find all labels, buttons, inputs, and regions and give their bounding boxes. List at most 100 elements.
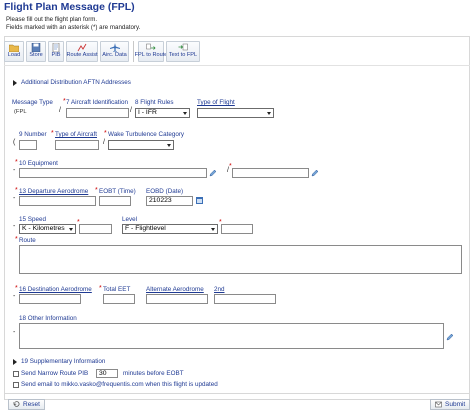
additional-addresses-toggle[interactable]: Additional Distribution AFTN Addresses	[13, 79, 131, 86]
store-button[interactable]: Store	[26, 41, 46, 62]
level-label: Level	[122, 216, 138, 223]
other-info-textarea[interactable]	[19, 323, 444, 349]
save-icon	[31, 43, 41, 52]
reset-button[interactable]: Reset	[8, 399, 45, 410]
number-label: 9 Number	[19, 131, 47, 138]
field-separator: -	[13, 329, 16, 336]
alternate-label[interactable]: Alternate Aerodrome	[146, 286, 204, 293]
equipment-surveillance-input[interactable]	[232, 168, 309, 178]
field-separator: -	[13, 195, 16, 202]
chevron-down-icon	[267, 112, 271, 115]
route-textarea[interactable]	[19, 245, 462, 274]
chevron-down-icon	[183, 112, 187, 115]
aircraft-data-label: Airc. Data	[102, 52, 127, 58]
pib-label: PIB	[51, 52, 61, 58]
eobt-label: EOBT (Time)	[99, 188, 136, 195]
level-input[interactable]	[221, 224, 253, 234]
destination-input[interactable]	[19, 294, 81, 304]
flight-rules-label: 8 Flight Rules	[135, 99, 174, 106]
required-marker: *	[15, 187, 18, 194]
speed-label: 15 Speed	[19, 216, 46, 223]
supplementary-toggle[interactable]: 19 Supplementary Information	[13, 358, 105, 365]
type-of-aircraft-input[interactable]	[55, 140, 99, 150]
text-to-fpl-label: Text to FPL	[168, 52, 198, 58]
submit-button[interactable]: Submit	[430, 399, 471, 410]
load-label: Load	[7, 52, 21, 58]
pencil-icon[interactable]	[446, 333, 454, 341]
required-marker: *	[15, 285, 18, 292]
flight-rules-select[interactable]: I - IFR	[135, 108, 190, 118]
text-to-fpl-button[interactable]: Text to FPL	[166, 41, 200, 62]
store-label: Store	[29, 52, 43, 58]
expand-triangle-icon	[13, 79, 17, 86]
chevron-down-icon	[69, 228, 73, 231]
pencil-icon[interactable]	[311, 169, 319, 177]
field-separator: /	[227, 167, 229, 174]
narrow-route-checkbox[interactable]	[13, 371, 19, 377]
load-button[interactable]: Load	[4, 41, 24, 62]
chevron-down-icon	[211, 228, 215, 231]
additional-addresses-label: Additional Distribution AFTN Addresses	[21, 79, 131, 86]
narrow-route-minutes-input[interactable]: 30	[96, 369, 118, 378]
intro-line-1: Please fill out the flight plan form.	[6, 16, 98, 23]
level-unit-select[interactable]: F - Flightlevel	[122, 224, 218, 234]
eobd-input[interactable]: 210223	[146, 196, 193, 206]
pib-button[interactable]: PIB	[48, 41, 64, 62]
departure-input[interactable]	[19, 196, 96, 206]
type-of-flight-label[interactable]: Type of Flight	[197, 99, 235, 106]
page-title: Flight Plan Message (FPL)	[4, 1, 135, 13]
level-unit-value: F - Flightlevel	[125, 225, 166, 232]
aircraft-icon	[109, 43, 120, 52]
folder-open-icon	[9, 44, 19, 52]
aircraft-id-label: 7 Aircraft Identification	[66, 99, 128, 106]
number-input[interactable]	[19, 140, 37, 150]
other-info-label: 18 Other Information	[19, 315, 77, 322]
departure-label[interactable]: 13 Departure Aerodrome	[19, 188, 88, 195]
route-label: Route	[19, 237, 36, 244]
field-separator: /	[130, 107, 132, 114]
wake-turbulence-select[interactable]	[108, 140, 174, 150]
fpl-to-route-label: FPL to Route	[134, 52, 168, 58]
submit-label: Submit	[445, 401, 466, 408]
pencil-icon[interactable]	[209, 169, 217, 177]
second-alternate-label[interactable]: 2nd	[214, 286, 225, 293]
speed-unit-value: K - Kilometres	[22, 225, 65, 232]
send-email-checkbox[interactable]	[13, 382, 19, 388]
narrow-route-suffix: minutes before EOBT	[123, 370, 184, 377]
expand-triangle-icon	[13, 358, 17, 365]
speed-input[interactable]	[79, 224, 112, 234]
field-separator: -	[13, 167, 16, 174]
required-marker: *	[104, 130, 107, 137]
required-marker: *	[15, 236, 18, 243]
convert-icon	[146, 43, 156, 50]
wake-turbulence-label: Wake Turbulence Category	[108, 131, 185, 138]
toolbar: Load Store PIB Route Assist Airc. Data F…	[4, 41, 200, 62]
required-marker: *	[51, 130, 54, 137]
aircraft-id-input[interactable]	[66, 108, 129, 118]
total-eet-input[interactable]	[103, 294, 135, 304]
required-marker: *	[95, 187, 98, 194]
field-separator: /	[59, 107, 61, 114]
destination-label[interactable]: 16 Destination Aerodrome	[19, 286, 92, 293]
message-type-label: Message Type	[12, 99, 53, 106]
alternate-input[interactable]	[146, 294, 208, 304]
field-separator: (	[13, 139, 16, 146]
toolbar-divider-line	[4, 65, 470, 66]
type-of-aircraft-label[interactable]: Type of Aircraft	[55, 131, 97, 138]
required-marker: *	[99, 285, 102, 292]
aircraft-data-button[interactable]: Airc. Data	[100, 41, 129, 62]
speed-unit-select[interactable]: K - Kilometres	[19, 224, 76, 234]
equipment-input[interactable]	[19, 168, 207, 178]
fpl-to-route-button[interactable]: FPL to Route	[135, 41, 167, 62]
eobt-input[interactable]	[99, 196, 131, 206]
total-eet-label: Total EET	[103, 286, 131, 293]
type-of-flight-select[interactable]	[197, 108, 274, 118]
footer-divider	[4, 393, 470, 394]
second-alternate-input[interactable]	[214, 294, 276, 304]
message-type-value: (FPL	[14, 109, 27, 115]
narrow-route-label: Send Narrow Route PIB	[21, 370, 89, 377]
route-assist-button[interactable]: Route Assist	[66, 41, 98, 62]
send-email-label: Send email to mikko.vasko@frequentis.com…	[21, 381, 218, 388]
calendar-icon[interactable]	[196, 197, 203, 204]
reset-label: Reset	[23, 401, 40, 408]
